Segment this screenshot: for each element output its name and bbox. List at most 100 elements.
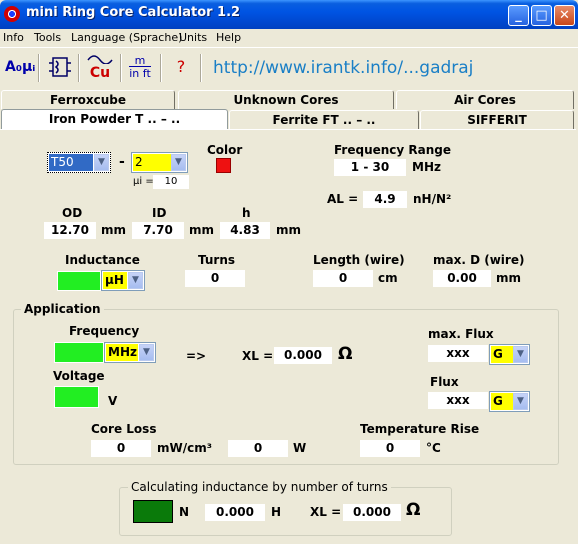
toolbar-separator [38, 54, 40, 82]
menu-info[interactable]: Info [3, 31, 24, 44]
maxflux-unit-select[interactable]: G ▼ [489, 344, 530, 365]
close-button[interactable]: ✕ [554, 5, 575, 26]
title-bar[interactable]: mini Ring Core Calculator 1.2 _ □ ✕ [0, 0, 578, 29]
calc-xl-value: 0.000 [343, 504, 401, 521]
freq-range-label: Frequency Range [334, 143, 452, 157]
wire-button[interactable]: Cu [85, 52, 115, 82]
power-unit: W [293, 441, 307, 455]
help-icon: ? [176, 57, 186, 76]
help-button[interactable]: ? [166, 52, 196, 82]
al-value: 4.9 [363, 191, 407, 208]
tab-ferroxcube[interactable]: Ferroxcube [1, 90, 175, 109]
calc-title: Calculating inductance by number of turn… [128, 480, 391, 494]
freq-range-value: 1 - 30 [334, 159, 406, 176]
maxflux-label: max. Flux [428, 327, 494, 341]
temprise-value: 0 [360, 440, 420, 457]
core-size-value: T50 [49, 154, 93, 171]
al-mu-icon: A₀μᵢ [5, 59, 36, 75]
frequency-unit-value: MHz [106, 344, 138, 361]
al-unit: nH/N² [413, 192, 452, 206]
tab-air-cores[interactable]: Air Cores [396, 90, 574, 109]
mu-label: µi = [133, 176, 154, 187]
tab-ferrite[interactable]: Ferrite FT .. – .. [229, 110, 419, 129]
color-swatch [216, 158, 231, 173]
flux-unit-select[interactable]: G ▼ [489, 391, 530, 412]
calc-ohm-symbol: Ω [406, 500, 421, 520]
color-label: Color [207, 143, 243, 157]
menu-language[interactable]: Language (Sprache) [71, 31, 182, 44]
od-unit: mm [101, 223, 127, 237]
flux-label: Flux [430, 375, 459, 389]
h-value: 4.83 [220, 222, 270, 239]
app-icon[interactable] [4, 6, 20, 22]
flux-unit-value: G [491, 393, 513, 410]
core-size-select[interactable]: T50 ▼ [47, 152, 111, 173]
frequency-input[interactable] [54, 342, 104, 363]
frequency-label: Frequency [69, 324, 140, 338]
id-unit: mm [189, 223, 215, 237]
toolbar-separator [120, 54, 122, 82]
chevron-down-icon[interactable]: ▼ [171, 154, 186, 171]
xl-value: 0.000 [274, 347, 332, 364]
od-value: 12.70 [44, 222, 96, 239]
minimize-button[interactable]: _ [508, 5, 529, 26]
voltage-unit: V [108, 394, 118, 408]
chevron-down-icon[interactable]: ▼ [513, 393, 528, 410]
al-label: AL = [327, 192, 359, 206]
frequency-unit-select[interactable]: MHz ▼ [104, 342, 156, 363]
coreloss-unit: mW/cm³ [157, 441, 212, 455]
menu-units[interactable]: Units [179, 31, 207, 44]
turns-input[interactable]: 0 [185, 270, 245, 287]
menu-help[interactable]: Help [216, 31, 241, 44]
length-value: 0 [313, 270, 373, 287]
id-label: ID [152, 206, 167, 220]
core-dash: - [119, 154, 125, 170]
id-value: 7.70 [132, 222, 184, 239]
chevron-down-icon[interactable]: ▼ [128, 272, 143, 289]
maxflux-unit-value: G [491, 346, 513, 363]
maximize-button[interactable]: □ [531, 5, 552, 26]
window-title: mini Ring Core Calculator 1.2 [26, 5, 241, 20]
unit-m-label: m [129, 55, 151, 67]
toolbar-separator [200, 54, 202, 82]
toolbar: A₀μᵢ Cu m in ft ? http://www.irantk.info… [0, 47, 578, 87]
tab-iron-powder[interactable]: Iron Powder T .. – .. [1, 109, 228, 130]
maxd-value: 0.00 [433, 270, 491, 287]
power-value: 0 [228, 440, 288, 457]
tab-unknown-cores[interactable]: Unknown Cores [178, 90, 394, 109]
units-button[interactable]: m in ft [125, 52, 155, 82]
toolbar-separator [160, 54, 162, 82]
menu-tools[interactable]: Tools [34, 31, 61, 44]
website-link[interactable]: http://www.irantk.info/...gadraj [213, 58, 473, 78]
turns-n-input[interactable] [133, 500, 173, 523]
h-unit: mm [276, 223, 302, 237]
voltage-input[interactable] [54, 386, 99, 408]
inductance-unit-select[interactable]: µH ▼ [101, 270, 145, 291]
material-select[interactable]: 2 ▼ [131, 152, 188, 173]
calc-xl-label: XL = [310, 505, 342, 519]
inductance-unit-value: µH [103, 272, 127, 289]
calc-n-label: N [179, 505, 190, 519]
calc-h-unit: H [271, 505, 282, 519]
voltage-label: Voltage [53, 369, 105, 383]
arrow-label: => [186, 349, 207, 363]
application-title: Application [21, 302, 104, 316]
chevron-down-icon[interactable]: ▼ [94, 154, 109, 171]
chevron-down-icon[interactable]: ▼ [139, 344, 154, 361]
cu-label: Cu [89, 65, 111, 81]
chevron-down-icon[interactable]: ▼ [513, 346, 528, 363]
al-calc-button[interactable]: A₀μᵢ [5, 52, 35, 82]
circuit-button[interactable] [45, 52, 75, 82]
tab-sifferit[interactable]: SIFFERIT [420, 110, 574, 129]
length-label: Length (wire) [313, 253, 405, 267]
maxd-label: max. D (wire) [433, 253, 525, 267]
freq-range-unit: MHz [412, 160, 441, 174]
inductance-input[interactable] [57, 271, 101, 291]
calc-h-value: 0.000 [205, 504, 265, 521]
menu-bar: Info Tools Language (Sprache) Units Help [0, 29, 578, 47]
h-label: h [242, 206, 251, 220]
flux-value: xxx [428, 392, 488, 409]
unit-inft-label: in ft [129, 67, 151, 80]
mu-value: 10 [153, 175, 189, 189]
xl-label: XL = [242, 349, 274, 363]
